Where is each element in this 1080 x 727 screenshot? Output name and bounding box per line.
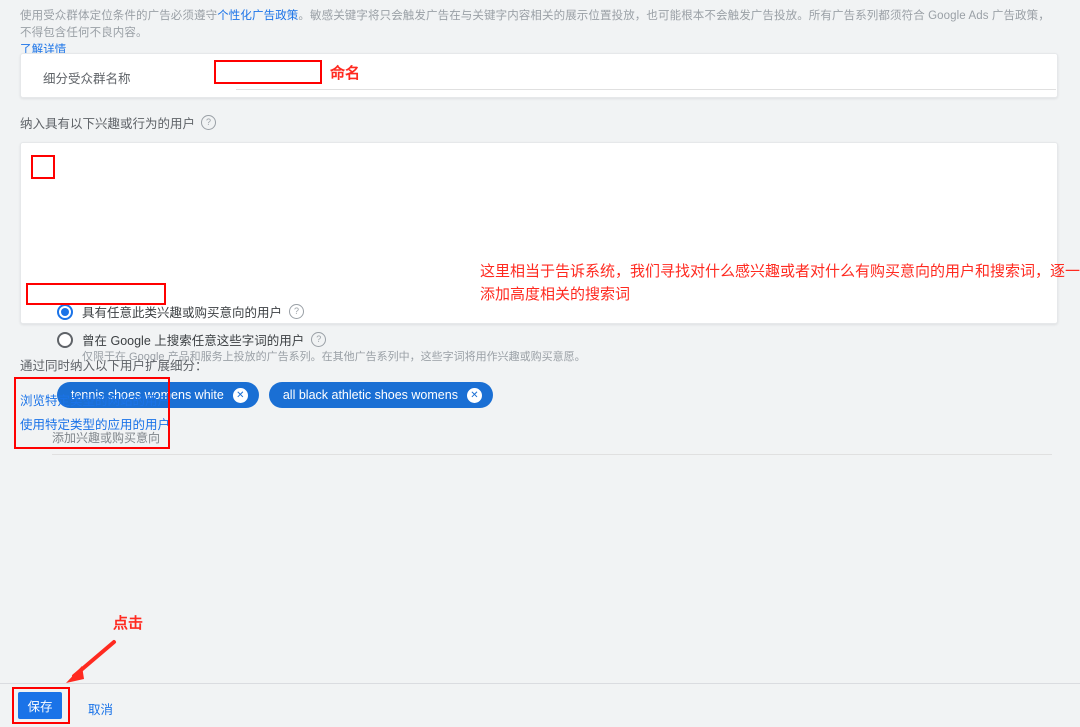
policy-text-before: 使用受众群体定位条件的广告必须遵守 [20,10,217,22]
radio-option-any-interest[interactable]: 具有任意此类兴趣或购买意向的用户 ? [57,302,304,321]
save-button[interactable]: 保存 [18,692,62,719]
radio-label-any-interest-wrap: 具有任意此类兴趣或购买意向的用户 ? [82,302,304,321]
audience-name-label: 细分受众群名称 [43,68,131,87]
radio-label-google-search: 曾在 Google 上搜索任意这些字词的用户 [82,330,304,349]
audience-name-input[interactable] [236,65,1056,87]
chip-item[interactable]: all black athletic shoes womens ✕ [269,382,493,408]
expansion-link-websites[interactable]: 浏览特定类型的网站的用户 [20,390,170,409]
annotation-text-click: 点击 [113,612,143,633]
help-icon[interactable]: ? [201,115,216,130]
chip-remove-icon[interactable]: ✕ [467,388,482,403]
footer-divider [0,683,1080,684]
chip-remove-icon[interactable]: ✕ [233,388,248,403]
help-icon-google-search[interactable]: ? [311,332,326,347]
audience-name-underline [236,89,1056,90]
expansion-link-apps[interactable]: 使用特定类型的应用的用户 [20,414,170,433]
personalized-ads-policy-link[interactable]: 个性化广告政策 [217,10,298,22]
audience-name-card: 细分受众群名称 [20,53,1058,98]
add-interest-underline [52,454,1052,455]
interest-section-heading: 纳入具有以下兴趣或行为的用户 ? [20,113,216,132]
radio-option-google-search[interactable]: 曾在 Google 上搜索任意这些字词的用户 ? [57,330,326,349]
radio-label-any-interest: 具有任意此类兴趣或购买意向的用户 [82,302,282,321]
chip-label: all black athletic shoes womens [283,388,458,402]
policy-notice: 使用受众群体定位条件的广告必须遵守个性化广告政策。敏感关键字将只会触发广告在与关… [20,8,1060,59]
interest-selection-card: 具有任意此类兴趣或购买意向的用户 ? 曾在 Google 上搜索任意这些字词的用… [20,142,1058,324]
interest-section-heading-text: 纳入具有以下兴趣或行为的用户 [20,113,195,132]
expansion-heading: 通过同时纳入以下用户扩展细分： [20,355,208,374]
radio-button-any-interest[interactable] [57,304,73,320]
help-icon-any-interest[interactable]: ? [289,304,304,319]
page-root: 使用受众群体定位条件的广告必须遵守个性化广告政策。敏感关键字将只会触发广告在与关… [0,0,1080,727]
radio-button-google-search[interactable] [57,332,73,348]
cancel-button[interactable]: 取消 [88,699,113,718]
annotation-arrow-icon [60,638,120,684]
radio-label-google-search-wrap: 曾在 Google 上搜索任意这些字词的用户 ? [82,330,326,349]
